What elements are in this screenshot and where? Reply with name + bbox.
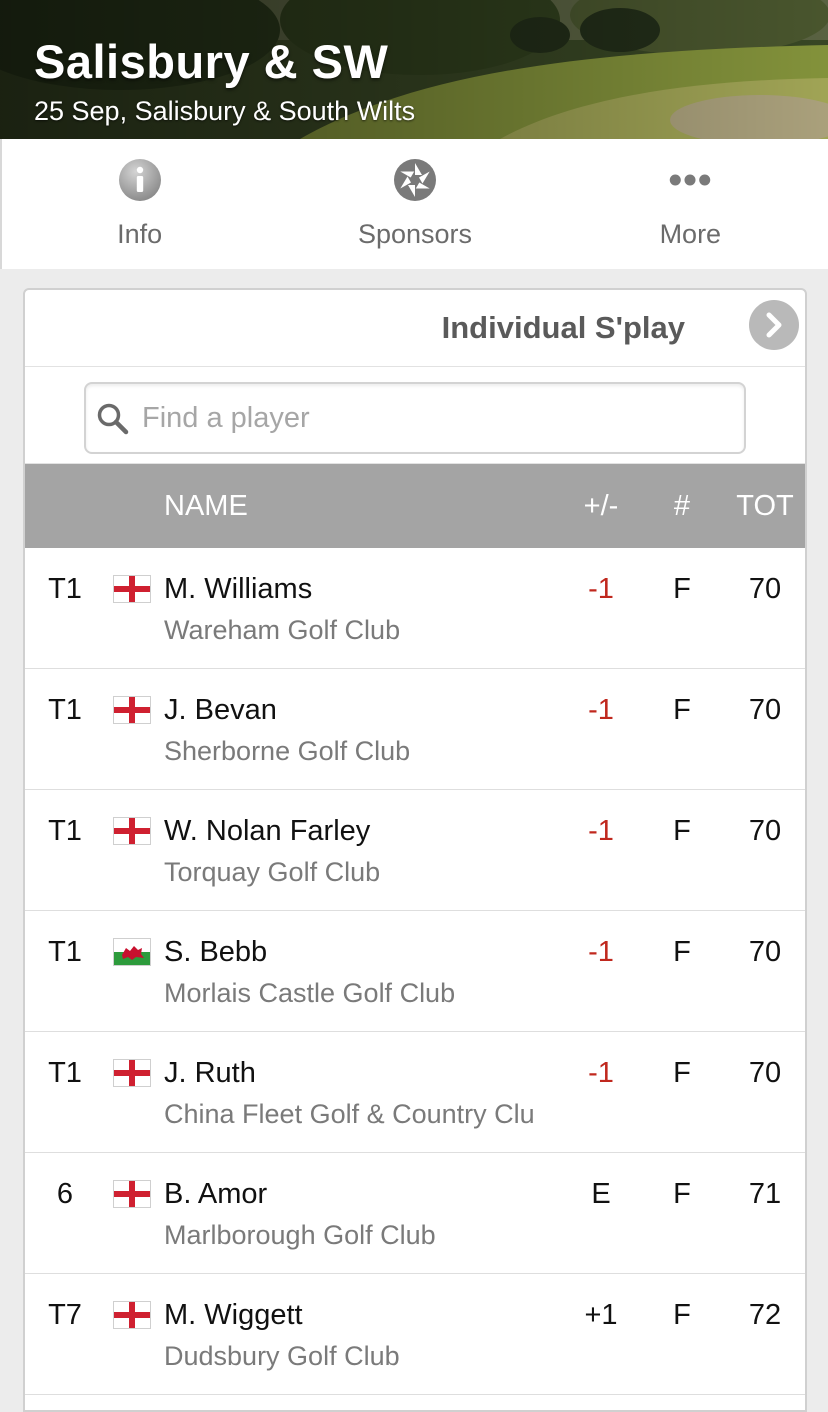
player-total: 70 [748,1057,782,1089]
nav-label-sponsors: Sponsors [357,219,473,249]
player-thru: F [673,1299,691,1331]
player-name: B. Amor [164,1178,268,1210]
player-total: 70 [748,573,782,605]
player-thru: F [673,1057,691,1089]
player-position: T1 [48,694,82,726]
player-flag [113,1180,151,1208]
england-flag-icon [114,1302,150,1328]
search-icon [97,403,129,435]
player-club: China Fleet Golf & Country Clu [164,1099,535,1129]
player-flag [113,1301,151,1329]
player-position: T1 [48,815,82,847]
player-name: M. Wiggett [164,1299,303,1331]
event-title: Salisbury & SW [34,35,389,88]
table-row[interactable]: T1 J. Bevan Sherborne Golf Club -1 F 70 [25,669,805,790]
table-row[interactable]: T1 S. Bebb Morlais Castle Golf Club -1 F 70 [25,911,805,1032]
player-flag [113,575,151,603]
player-position: T1 [48,936,82,968]
nav-label-info: Info [117,219,163,249]
column-header-plus-minus: +/- [583,490,619,522]
player-position: 6 [56,1178,74,1210]
player-thru: F [673,1178,691,1210]
event-nav-bar: Info Sponsors More [0,139,828,269]
leaderboard-header: Individual S'play [25,290,805,367]
nav-item-sponsors[interactable]: Sponsors [277,139,552,269]
player-thru: F [673,573,691,605]
player-search-input[interactable] [140,392,734,444]
player-name: M. Williams [164,573,313,605]
search-box [84,382,746,454]
nav-label-more: More [659,219,722,249]
search-area [25,367,805,464]
player-name: W. Nolan Farley [164,815,371,847]
leaderboard-card: Individual S'play NAME +/- # TOT T1 M. Wi… [23,288,807,1412]
info-icon [117,157,163,203]
column-header-total: TOT [736,490,794,522]
player-thru: F [673,936,691,968]
nav-item-info[interactable]: Info [2,139,277,269]
player-total: 70 [748,694,782,726]
player-name: S. Bebb [164,936,268,968]
player-position: T1 [48,1057,82,1089]
wales-flag-icon [114,939,150,965]
player-to-par: -1 [588,694,614,726]
nav-item-more[interactable]: More [553,139,828,269]
leaderboard-title: Individual S'play [441,310,685,345]
player-flag [113,696,151,724]
player-flag [113,1059,151,1087]
player-name: J. Bevan [164,694,277,726]
column-header-name: NAME [164,490,248,522]
player-club: Dudsbury Golf Club [164,1341,400,1371]
england-flag-icon [114,697,150,723]
leaderboard-rows: T1 M. Williams Wareham Golf Club -1 F 70 T1 J. … [25,548,805,1395]
player-to-par: E [591,1178,611,1210]
table-row[interactable]: T1 W. Nolan Farley Torquay Golf Club -1 F 70 [25,790,805,911]
player-club: Sherborne Golf Club [164,736,411,766]
player-total: 70 [748,936,782,968]
table-row[interactable]: T1 J. Ruth China Fleet Golf & Country Clu -… [25,1032,805,1153]
table-row[interactable]: T7 M. Wiggett Dudsbury Golf Club +1 F 72 [25,1274,805,1395]
player-total: 72 [748,1299,782,1331]
england-flag-icon [114,818,150,844]
player-name: J. Ruth [164,1057,256,1089]
ellipsis-icon [667,157,713,203]
player-to-par: -1 [588,1057,614,1089]
aperture-icon [392,157,438,203]
england-flag-icon [114,1060,150,1086]
player-flag [113,938,151,966]
player-club: Marlborough Golf Club [164,1220,436,1250]
table-header-row: NAME +/- # TOT [25,464,805,548]
england-flag-icon [114,1181,150,1207]
player-total: 71 [748,1178,782,1210]
event-banner: Salisbury & SW 25 Sep, Salisbury & South… [0,0,828,139]
chevron-right-icon [766,312,782,338]
player-to-par: -1 [588,936,614,968]
table-row[interactable]: T1 M. Williams Wareham Golf Club -1 F 70 [25,548,805,669]
table-row[interactable]: 6 B. Amor Marlborough Golf Club E F 71 [25,1153,805,1274]
player-position: T1 [48,573,82,605]
player-thru: F [673,815,691,847]
player-to-par: +1 [584,1299,618,1331]
player-total: 70 [748,815,782,847]
player-club: Wareham Golf Club [164,615,401,645]
player-flag [113,817,151,845]
player-to-par: -1 [588,815,614,847]
player-club: Torquay Golf Club [164,857,381,887]
player-to-par: -1 [588,573,614,605]
england-flag-icon [114,576,150,602]
player-position: T7 [48,1299,82,1331]
next-leaderboard-button[interactable] [749,300,799,350]
event-subtitle: 25 Sep, Salisbury & South Wilts [34,96,416,126]
player-thru: F [673,694,691,726]
player-club: Morlais Castle Golf Club [164,978,456,1008]
column-header-thru: # [673,490,691,522]
